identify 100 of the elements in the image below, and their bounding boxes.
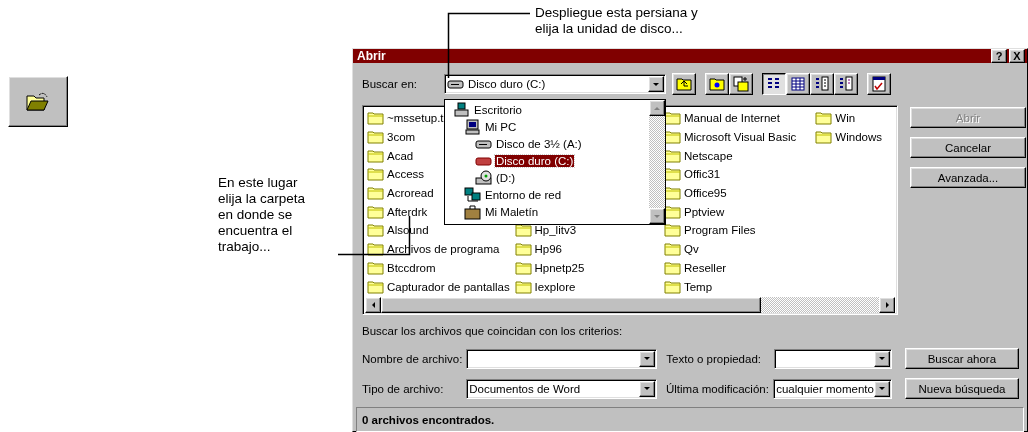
desktop-icon [454,102,469,116]
folder-item[interactable]: Manual de Internet [663,109,816,128]
folder-item[interactable]: Hp_litv3 [514,221,664,240]
combo-field[interactable]: Documentos de Word [466,378,657,399]
folder-item[interactable]: Temp [663,277,816,296]
dropdown-button[interactable] [873,350,890,367]
folder-item[interactable]: Win [815,109,893,128]
folder-item[interactable]: Office95 [663,183,816,203]
arrow-icon [654,106,660,110]
callout-text: Despliegue esta persiana y elija la unidad de disco... [535,5,698,37]
folder-icon [367,186,384,201]
folder-icon [663,167,681,182]
tree-item[interactable]: (D:) [445,169,649,186]
folder-icon [367,111,384,126]
folder-icon [367,242,384,257]
caret-icon [654,214,660,218]
field-label: Tipo de archivo: [362,382,445,395]
cd-drive-icon [475,170,492,184]
folder-item[interactable]: Capturador de pantallas [367,277,515,296]
field-label: Última modificación: [666,382,770,395]
dropdown-value: Disco duro (C:) [468,78,546,90]
caret-icon [653,82,659,86]
folder-icon [367,148,384,163]
folder-icon [514,223,532,238]
dialog-button[interactable]: Avanzada... [910,167,1026,188]
folder-item[interactable]: Btccdrom [367,258,515,278]
folder-item[interactable]: Hp96 [514,239,664,259]
folder-icon [663,111,681,126]
toolbar-button[interactable] [762,73,786,95]
folder-icon [514,279,532,294]
folder-star-icon [709,78,725,91]
arrow-icon [371,301,375,308]
dropdown-button[interactable] [648,76,664,92]
folder-icon [367,223,384,238]
folder-item[interactable]: Offic31 [663,165,816,184]
look-in-dropdown[interactable]: Disco duro (C:) [444,74,666,94]
folder-icon [367,204,384,219]
folder-item[interactable]: Netscape [663,146,816,166]
folder-icon [663,130,681,145]
folder-icon [663,242,681,257]
folder-icon [514,242,532,257]
scrollbar[interactable] [365,296,895,313]
folder-item[interactable]: Iexplore [514,277,664,296]
callout-text: En este lugar elija la carpeta en donde se encuentra el trabajo... [218,175,307,255]
tree-item[interactable]: Entorno de red [445,186,649,203]
folder-item[interactable]: Hpnetp25 [514,258,664,278]
tree-item[interactable]: Disco de 3½ (A:) [445,135,649,152]
field-label: Nombre de archivo: [362,352,464,365]
combo-field[interactable] [773,348,892,369]
details-view-icon [791,77,805,91]
window-title: Abrir [357,49,387,63]
dropdown-button[interactable] [639,380,655,397]
folder-icon [663,223,681,238]
folder-item[interactable]: Windows [815,127,893,147]
scrollbar[interactable] [649,100,665,224]
folder-item[interactable]: Program Files [663,221,816,240]
caret-icon [644,357,651,360]
folder-icon [815,111,833,126]
combo-field[interactable]: cualquier momento [773,378,892,399]
folder-icon [367,279,384,294]
folder-icon [514,260,532,275]
dialog-button[interactable]: Nueva búsqueda [904,378,1019,399]
dialog-button[interactable]: Buscar ahora [904,348,1019,369]
section-label: Buscar los archivos que coincidan con los criterios: [362,325,624,337]
folder-icon [367,130,384,145]
preview-view-icon [839,76,853,91]
help-button[interactable]: ? [991,49,1007,63]
dropdown-button[interactable] [639,350,656,367]
folder-item[interactable]: Qv [663,239,816,259]
add-folder-icon [733,76,749,92]
tree-item[interactable]: Escritorio [445,101,649,118]
arrow-icon [885,301,889,308]
folder-icon [367,260,384,275]
folder-icon [663,279,681,294]
computer-icon [465,119,480,134]
tree-item[interactable]: Mi Maletín [445,203,649,220]
folder-up-icon [676,78,692,91]
field-label: Texto o propiedad: [666,352,762,365]
combo-field[interactable] [466,348,658,369]
caret-icon [644,387,650,390]
network-icon [464,187,481,201]
caret-icon [878,357,885,360]
status-bar: 0 archivos encontrados. [356,407,1024,432]
tree-item[interactable]: Mi PC [445,118,649,135]
drive-icon [475,140,492,148]
checklist-icon [872,76,886,92]
dialog-button[interactable]: Cancelar [910,137,1026,158]
close-button[interactable]: X [1009,49,1025,63]
folder-icon [815,130,833,145]
folder-icon [663,148,681,163]
open-folder-button[interactable] [8,76,68,127]
folder-item[interactable]: Reseller [663,258,816,278]
folder-item[interactable]: Microsoft Visual Basic [663,127,816,147]
folder-item[interactable]: Pptview [663,202,816,222]
drive-icon [475,157,492,165]
folder-icon [663,186,681,201]
properties-view-icon [815,76,829,91]
tree-item[interactable]: Disco duro (C:) [445,152,649,169]
dropdown-button[interactable] [873,380,890,397]
folder-icon [663,204,681,219]
